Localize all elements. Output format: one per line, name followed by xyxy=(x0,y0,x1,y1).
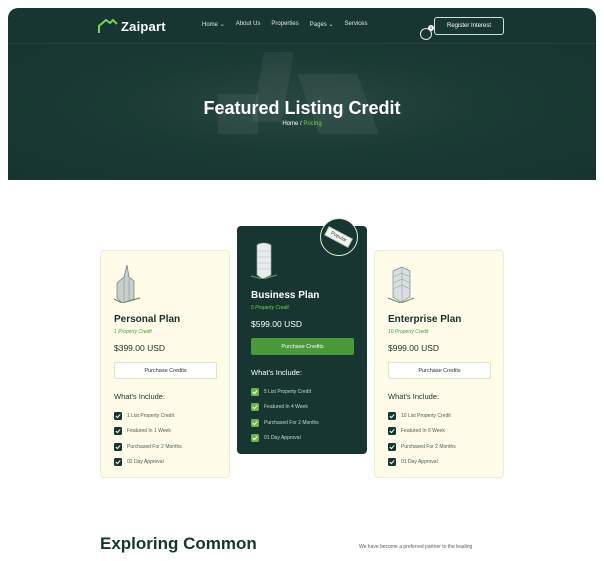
plan-price: $599.00 USD xyxy=(251,319,303,329)
plan-credit: 5 Property Credit xyxy=(251,305,289,311)
includes-heading: What's Include: xyxy=(114,392,166,401)
plan-credit: 1 Property Credit xyxy=(114,329,152,335)
list-item: Featured In 6 Week xyxy=(388,424,456,440)
feature-list: 5 List Property Credit Featured In 4 Wee… xyxy=(251,384,319,446)
feature-text: Featured In 1 Week xyxy=(127,428,171,435)
feature-text: Purchased For 2 Months xyxy=(401,443,456,450)
check-icon xyxy=(114,411,122,420)
chevron-down-icon: ⌄ xyxy=(328,22,334,28)
feature-text: Purchased For 2 Months xyxy=(127,443,182,450)
pricing-card-enterprise: Enterprise Plan 10 Property Credit $999.… xyxy=(374,250,504,478)
includes-heading: What's Include: xyxy=(251,368,303,377)
plan-price: $999.00 USD xyxy=(388,343,440,353)
list-item: 1 List Property Credit xyxy=(114,408,182,424)
plan-name: Enterprise Plan xyxy=(388,314,462,325)
popular-badge: Popular xyxy=(320,218,358,256)
check-icon xyxy=(114,458,122,467)
section-text: We have become a preferred partner to th… xyxy=(359,544,473,550)
pricing-card-business: Business Plan 5 Property Credit $599.00 … xyxy=(237,226,367,454)
check-icon xyxy=(114,442,122,451)
list-item: Purchased For 2 Months xyxy=(388,439,456,455)
feature-text: 10 List Property Credit xyxy=(401,412,451,419)
plan-price: $399.00 USD xyxy=(114,343,166,353)
purchase-credits-button[interactable]: Purchase Credits xyxy=(388,362,491,379)
check-icon xyxy=(114,427,122,436)
check-icon xyxy=(251,387,259,396)
check-icon xyxy=(388,442,396,451)
list-item: 01 Day Approval xyxy=(251,431,319,447)
page-title: Featured Listing Credit xyxy=(203,98,401,118)
feature-list: 1 List Property Credit Featured In 1 Wee… xyxy=(114,408,182,470)
chevron-down-icon: ⌄ xyxy=(219,22,225,28)
nav-item-home[interactable]: Home ⌄ xyxy=(202,21,225,28)
includes-heading: What's Include: xyxy=(388,392,440,401)
nav-item-about[interactable]: About Us xyxy=(236,21,261,28)
list-item: 10 List Property Credit xyxy=(388,408,456,424)
top-navbar: Zaipart Home ⌄ About Us Properties Pages… xyxy=(8,8,596,44)
list-item: 5 List Property Credit xyxy=(251,384,319,400)
feature-list: 10 List Property Credit Featured In 6 We… xyxy=(388,408,456,470)
feature-text: 02 Day Approval xyxy=(127,459,164,466)
logo-house-icon xyxy=(98,18,118,33)
building-icon xyxy=(114,265,140,303)
plan-name: Business Plan xyxy=(251,290,320,301)
check-icon xyxy=(251,434,259,443)
building-icon xyxy=(251,242,277,279)
pricing-card-personal: Personal Plan 1 Property Credit $399.00 … xyxy=(100,250,230,478)
feature-text: Featured In 4 Week xyxy=(264,404,308,411)
check-icon xyxy=(388,458,396,467)
feature-text: Purchased For 2 Months xyxy=(264,419,319,426)
feature-text: 01 Day Approval xyxy=(401,459,438,466)
list-item: 02 Day Approval xyxy=(114,455,182,471)
plan-credit: 10 Property Credit xyxy=(388,329,429,335)
check-icon xyxy=(388,411,396,420)
brand-name: Zaipart xyxy=(121,18,166,34)
logo[interactable]: Zaipart xyxy=(98,17,166,35)
list-item: Featured In 4 Week xyxy=(251,400,319,416)
check-icon xyxy=(251,403,259,412)
cart-icon[interactable]: 0 xyxy=(420,25,434,40)
nav-item-pages[interactable]: Pages ⌄ xyxy=(310,21,334,28)
nav-item-services[interactable]: Services xyxy=(344,21,367,28)
building-icon xyxy=(388,266,414,303)
feature-text: 5 List Property Credit xyxy=(264,388,311,395)
hero-header: Zaipart Home ⌄ About Us Properties Pages… xyxy=(8,8,596,180)
list-item: 01 Day Approval xyxy=(388,455,456,471)
breadcrumb-home[interactable]: Home xyxy=(282,121,298,127)
breadcrumb: Home / Pricing xyxy=(8,121,596,127)
register-interest-button[interactable]: Register Interest xyxy=(434,17,504,35)
list-item: Featured In 1 Week xyxy=(114,424,182,440)
purchase-credits-button[interactable]: Purchase Credits xyxy=(251,338,354,355)
feature-text: Featured In 6 Week xyxy=(401,428,445,435)
section-title: Exploring Common xyxy=(100,534,257,553)
check-icon xyxy=(251,418,259,427)
main-menu: Home ⌄ About Us Properties Pages ⌄ Servi… xyxy=(202,21,368,28)
feature-text: 1 List Property Credit xyxy=(127,412,174,419)
check-icon xyxy=(388,427,396,436)
plan-name: Personal Plan xyxy=(114,314,181,325)
feature-text: 01 Day Approval xyxy=(264,435,301,442)
badge-label: Popular xyxy=(324,226,354,248)
purchase-credits-button[interactable]: Purchase Credits xyxy=(114,362,217,379)
list-item: Purchased For 2 Months xyxy=(251,415,319,431)
list-item: Purchased For 2 Months xyxy=(114,439,182,455)
breadcrumb-current: Pricing xyxy=(303,121,322,127)
nav-item-properties[interactable]: Properties xyxy=(271,21,298,28)
